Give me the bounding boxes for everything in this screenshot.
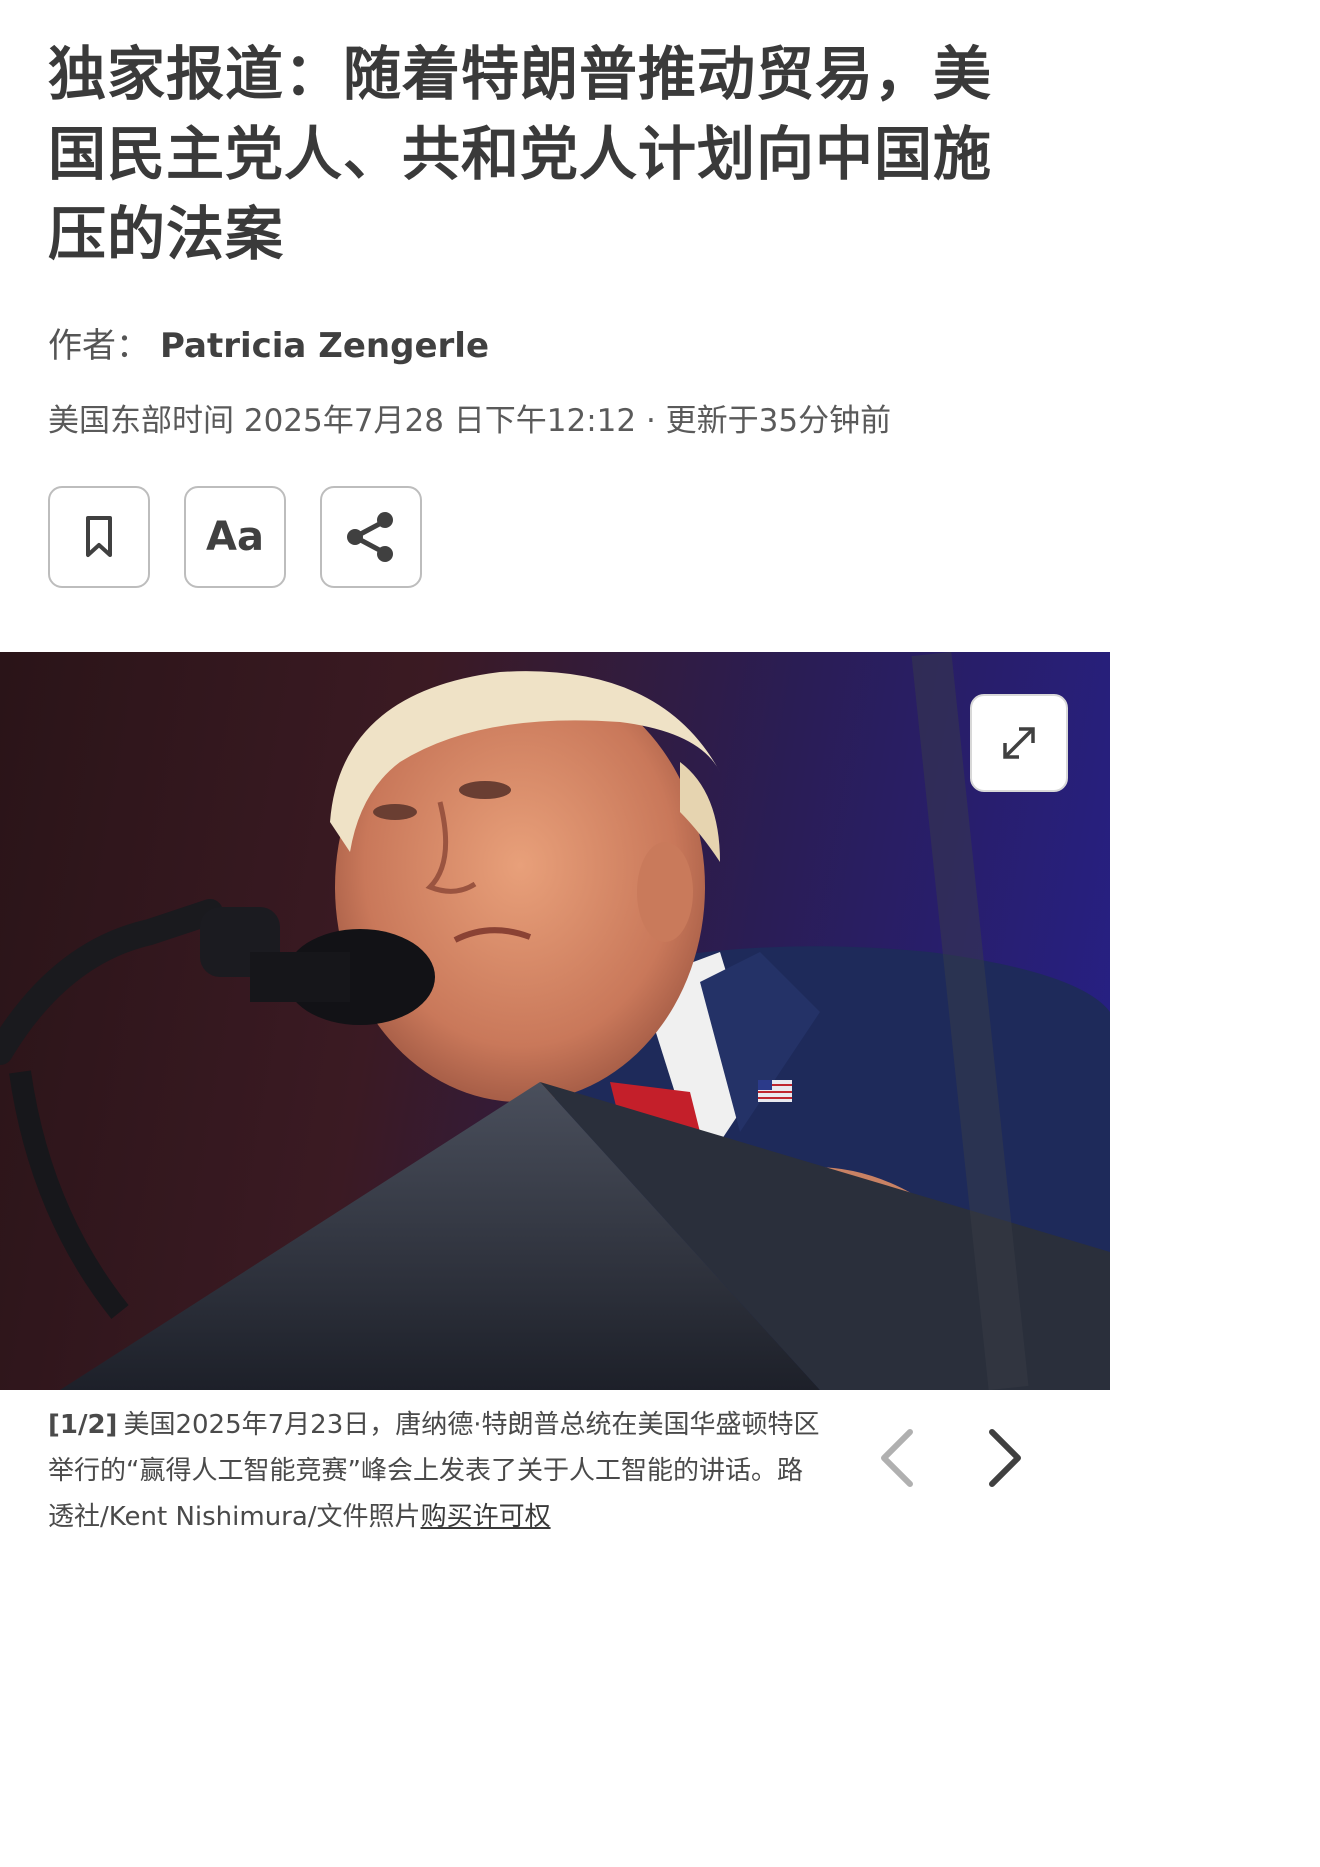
chevron-right-icon bbox=[989, 1429, 1021, 1487]
expand-icon bbox=[1003, 727, 1035, 759]
expand-button[interactable] bbox=[970, 694, 1068, 792]
photo-illustration bbox=[0, 652, 1110, 1390]
photo-counter: [1/2] bbox=[48, 1410, 118, 1440]
next-photo-button[interactable] bbox=[976, 1418, 1036, 1498]
bookmark-icon bbox=[86, 516, 112, 557]
share-icon bbox=[347, 512, 393, 562]
bookmark-button[interactable] bbox=[48, 486, 150, 588]
previous-photo-button[interactable] bbox=[866, 1418, 926, 1498]
font-size-label: Aa bbox=[206, 514, 264, 560]
license-link[interactable]: 购买许可权 bbox=[421, 1502, 551, 1532]
chevron-left-icon bbox=[881, 1429, 913, 1487]
share-button[interactable] bbox=[320, 486, 422, 588]
article-headline: 独家报道：随着特朗普推动贸易，美国民主党人、共和党人计划向中国施压的法案 bbox=[48, 40, 993, 268]
font-size-button[interactable]: Aa bbox=[184, 486, 286, 588]
byline-label: 作者： bbox=[48, 326, 150, 366]
article-photo[interactable] bbox=[0, 652, 1110, 1390]
author-name[interactable]: Patricia Zengerle bbox=[160, 326, 489, 366]
dateline: 美国东部时间 2025年7月28 日下午12:12 · 更新于35分钟前 bbox=[48, 403, 892, 439]
byline: 作者： Patricia Zengerle bbox=[48, 318, 489, 367]
photo-caption: [1/2] 美国2025年7月23日，唐纳德·特朗普总统在美国华盛顿特区举行的“赢… bbox=[48, 1402, 828, 1540]
